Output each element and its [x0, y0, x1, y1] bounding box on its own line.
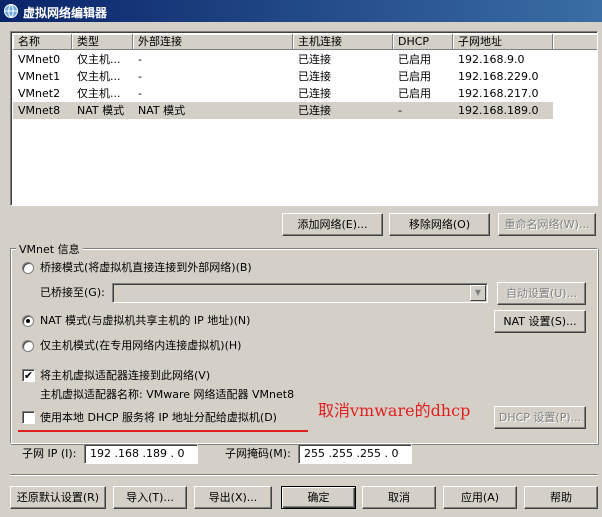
cell-host: 已连接	[298, 53, 331, 66]
bridged-to-select[interactable]: ▼	[112, 283, 488, 303]
cell-name: VMnet1	[18, 70, 61, 83]
column-header-dhcp[interactable]: DHCP	[393, 34, 453, 50]
cell-type: NAT 模式	[77, 104, 125, 117]
export-button[interactable]: 导出(X)...	[194, 486, 272, 509]
subnet-mask-label: 子网掩码(M):	[225, 447, 291, 460]
cell-name: VMnet0	[18, 53, 61, 66]
rename-network-button[interactable]: 重命名网络(W)...	[498, 213, 596, 236]
auto-settings-button[interactable]: 自动设置(U)...	[497, 282, 586, 305]
nat-mode-radio[interactable]	[22, 315, 34, 327]
cell-type: 仅主机...	[77, 87, 121, 100]
vmnet-info-group-label: VMnet 信息	[16, 241, 83, 257]
annotation-text: 取消vmware的dhcp	[318, 401, 471, 420]
list-header: 名称 类型 外部连接 主机连接 DHCP 子网地址	[13, 34, 597, 50]
cell-external: -	[138, 70, 142, 83]
dhcp-label[interactable]: 使用本地 DHCP 服务将 IP 地址分配给虚拟机(D)	[40, 411, 277, 425]
cancel-button[interactable]: 取消	[362, 486, 436, 509]
window-title: 虚拟网络编辑器	[23, 6, 108, 20]
column-header-filler	[553, 34, 597, 50]
column-header-external[interactable]: 外部连接	[133, 34, 293, 50]
cell-subnet: 192.168.189.0	[458, 104, 539, 117]
annotation-underline	[18, 430, 308, 432]
column-header-host[interactable]: 主机连接	[293, 34, 393, 50]
cell-type: 仅主机...	[77, 70, 121, 83]
cell-host: 已连接	[298, 104, 331, 117]
dhcp-checkbox[interactable]	[22, 411, 35, 424]
apply-button[interactable]: 应用(A)	[443, 486, 517, 509]
chevron-down-icon[interactable]: ▼	[470, 285, 486, 301]
cell-external: -	[138, 87, 142, 100]
hostonly-mode-label[interactable]: 仅主机模式(在专用网络内连接虚拟机)(H)	[40, 339, 241, 353]
cell-external: NAT 模式	[138, 104, 186, 117]
cell-subnet: 192.168.229.0	[458, 70, 539, 83]
table-row[interactable]: VMnet0 仅主机... - 已连接 已启用 192.168.9.0	[13, 51, 553, 68]
help-button[interactable]: 帮助	[524, 486, 598, 509]
subnet-mask-field[interactable]: 255 .255 .255 . 0	[298, 444, 412, 464]
cell-dhcp: -	[398, 104, 402, 117]
cell-external: -	[138, 53, 142, 66]
connect-adapter-label[interactable]: 将主机虚拟适配器连接到此网络(V)	[40, 369, 210, 383]
bridge-mode-radio[interactable]	[22, 262, 34, 274]
add-network-button[interactable]: 添加网络(E)...	[282, 213, 383, 236]
column-header-subnet[interactable]: 子网地址	[453, 34, 553, 50]
column-header-type[interactable]: 类型	[72, 34, 133, 50]
remove-network-button[interactable]: 移除网络(O)	[389, 213, 490, 236]
nat-settings-button[interactable]: NAT 设置(S)...	[494, 310, 586, 333]
vmware-network-icon	[3, 3, 19, 19]
import-button[interactable]: 导入(T)...	[113, 486, 187, 509]
dhcp-settings-button[interactable]: DHCP 设置(P)...	[494, 406, 586, 429]
subnet-ip-field[interactable]: 192 .168 .189 . 0	[84, 444, 198, 464]
connect-adapter-checkbox[interactable]: ✔	[22, 369, 35, 382]
nat-mode-label[interactable]: NAT 模式(与虚拟机共享主机的 IP 地址)(N)	[40, 314, 250, 328]
cell-subnet: 192.168.9.0	[458, 53, 525, 66]
separator	[10, 474, 598, 476]
column-header-name[interactable]: 名称	[13, 34, 72, 50]
restore-defaults-button[interactable]: 还原默认设置(R)	[10, 486, 106, 509]
network-list[interactable]: 名称 类型 外部连接 主机连接 DHCP 子网地址 VMnet0 仅主机... …	[10, 31, 598, 206]
cell-dhcp: 已启用	[398, 53, 431, 66]
cell-host: 已连接	[298, 70, 331, 83]
bridge-mode-label[interactable]: 桥接模式(将虚拟机直接连接到外部网络)(B)	[40, 261, 252, 275]
table-row-selected[interactable]: VMnet8 NAT 模式 NAT 模式 已连接 - 192.168.189.0	[13, 102, 553, 119]
table-row[interactable]: VMnet1 仅主机... - 已连接 已启用 192.168.229.0	[13, 68, 553, 85]
subnet-ip-label: 子网 IP (I):	[22, 447, 77, 460]
cell-subnet: 192.168.217.0	[458, 87, 539, 100]
hostonly-mode-radio[interactable]	[22, 340, 34, 352]
cell-name: VMnet8	[18, 104, 61, 117]
table-row[interactable]: VMnet2 仅主机... - 已连接 已启用 192.168.217.0	[13, 85, 553, 102]
ok-button[interactable]: 确定	[281, 486, 356, 509]
cell-dhcp: 已启用	[398, 87, 431, 100]
cell-host: 已连接	[298, 87, 331, 100]
bridged-to-label: 已桥接至(G):	[40, 286, 105, 299]
cell-type: 仅主机...	[77, 53, 121, 66]
adapter-name-text: 主机虚拟适配器名称: VMware 网络适配器 VMnet8	[40, 388, 295, 401]
cell-name: VMnet2	[18, 87, 61, 100]
cell-dhcp: 已启用	[398, 70, 431, 83]
title-bar[interactable]: 虚拟网络编辑器	[0, 0, 602, 22]
